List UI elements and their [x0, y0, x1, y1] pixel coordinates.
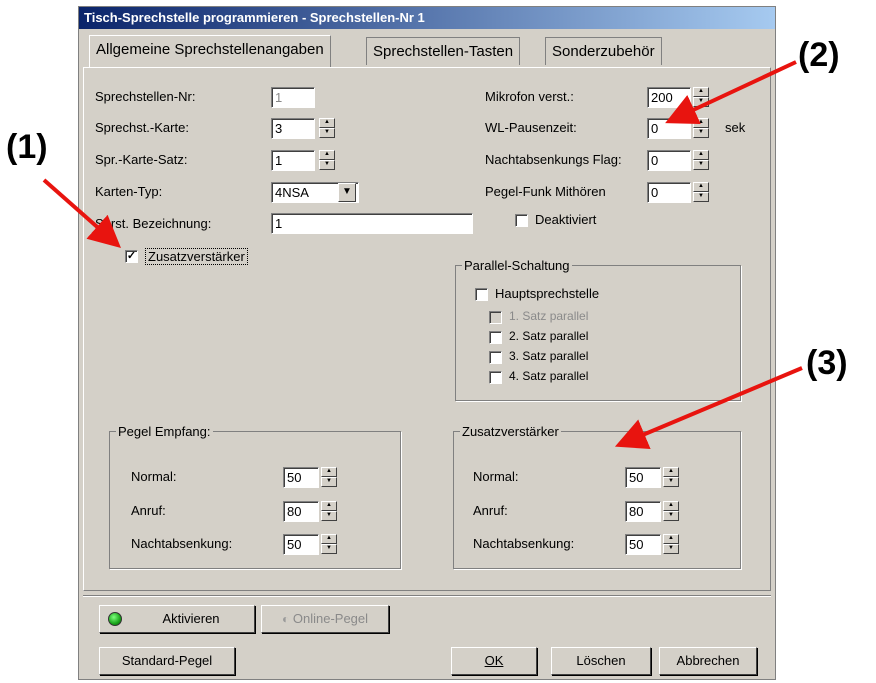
- arrow-1: [42, 178, 121, 248]
- arrow-2: [665, 60, 797, 125]
- tab-allgemeine[interactable]: Allgemeine Sprechstellenangaben: [89, 35, 331, 67]
- annotation-arrows: [42, 60, 803, 449]
- arrow-3: [614, 366, 803, 449]
